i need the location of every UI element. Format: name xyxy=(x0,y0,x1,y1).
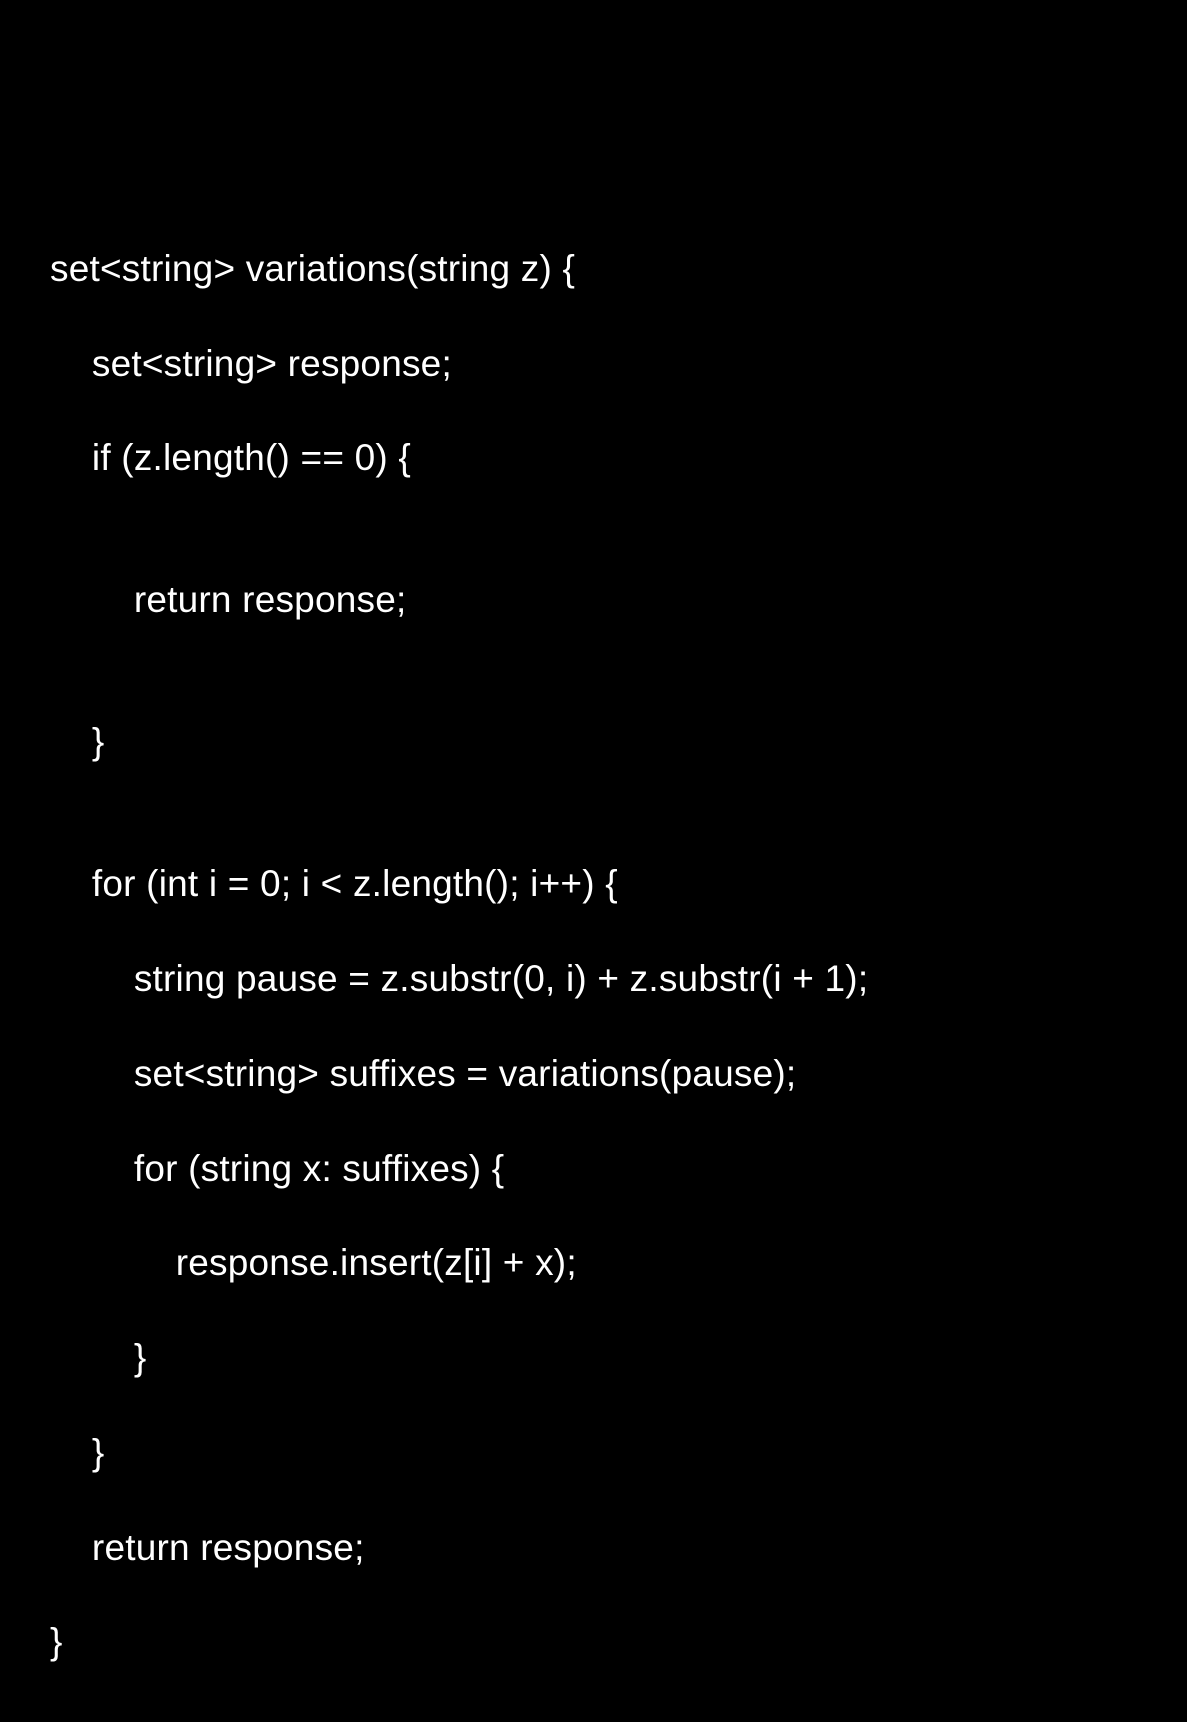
code-line: set<string> variations(string z) { xyxy=(50,245,1187,292)
code-line: } xyxy=(50,718,1187,765)
code-line: string pause = z.substr(0, i) + z.substr… xyxy=(50,955,1187,1002)
code-line: for (int i = 0; i < z.length(); i++) { xyxy=(50,860,1187,907)
code-line: } xyxy=(50,1618,1187,1665)
code-line: for (string x: suffixes) { xyxy=(50,1145,1187,1192)
code-line: return response; xyxy=(50,1524,1187,1571)
code-line: return response; xyxy=(50,576,1187,623)
code-block: set<string> variations(string z) { set<s… xyxy=(50,197,1187,1713)
code-line: } xyxy=(50,1334,1187,1381)
code-line: if (z.length() == 0) { xyxy=(50,434,1187,481)
code-line: set<string> response; xyxy=(50,340,1187,387)
code-line: set<string> suffixes = variations(pause)… xyxy=(50,1050,1187,1097)
code-line: } xyxy=(50,1429,1187,1476)
code-line: response.insert(z[i] + x); xyxy=(50,1239,1187,1286)
